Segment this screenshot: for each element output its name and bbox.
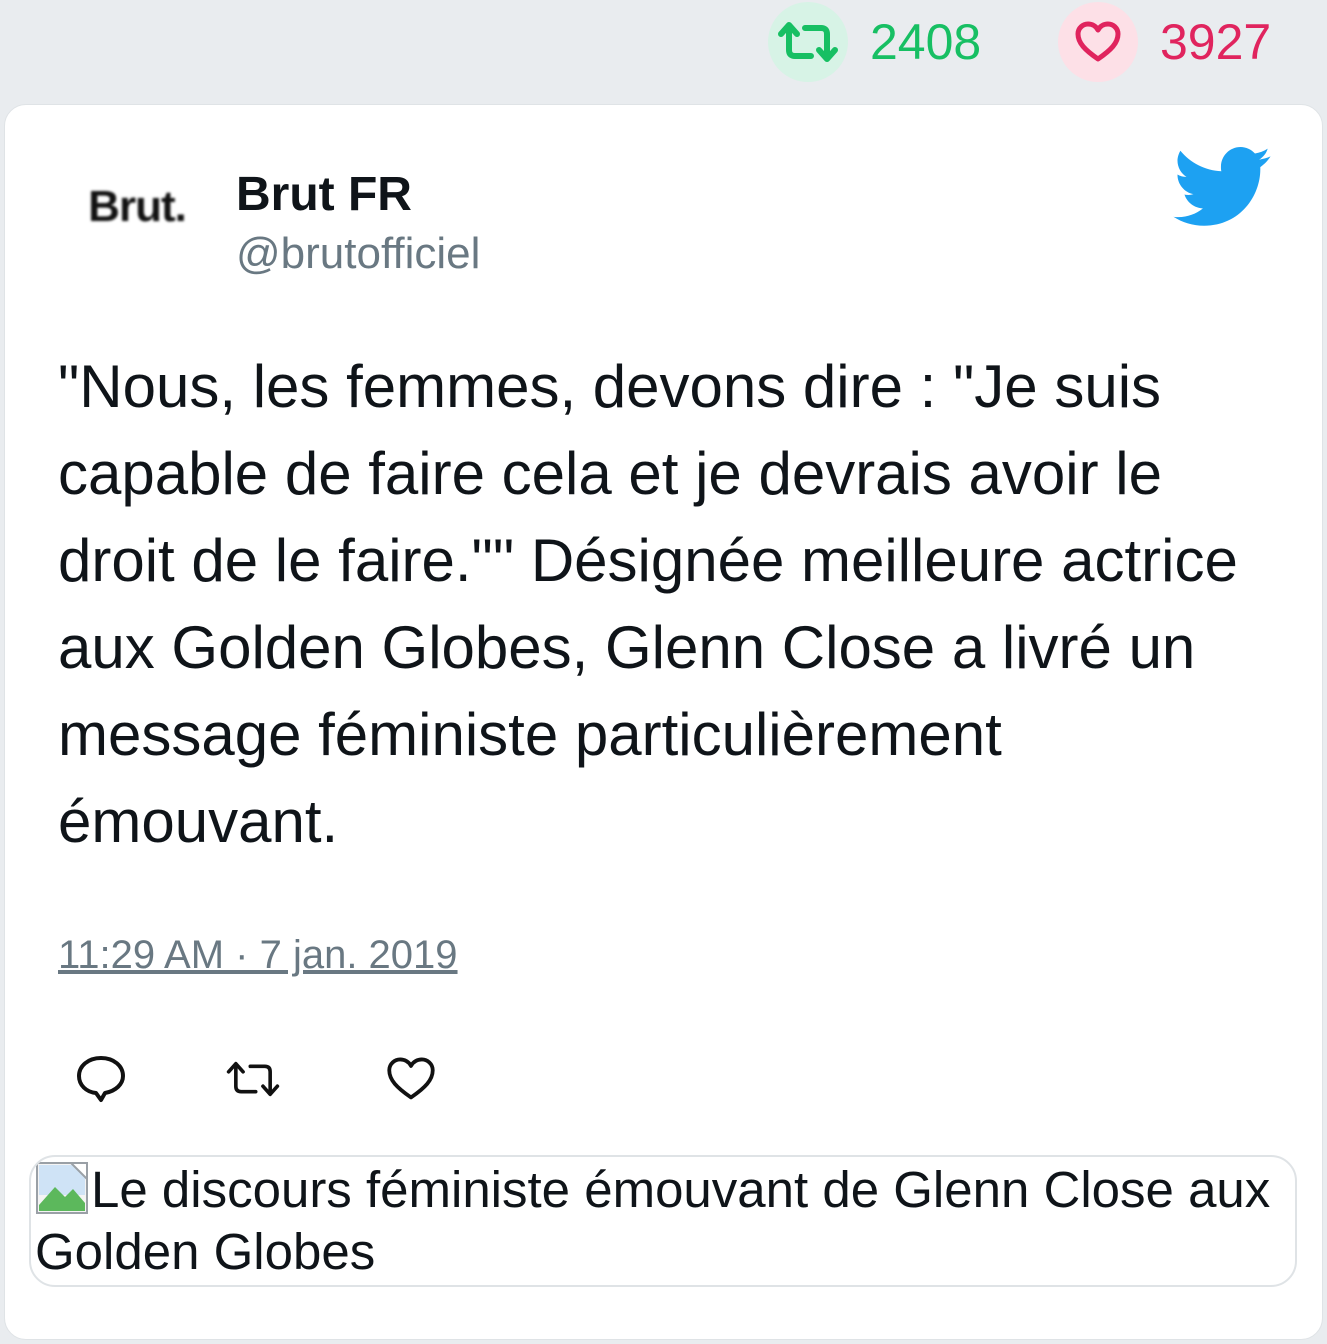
media-alt-text: Le discours féministe émouvant de Glenn …	[35, 1159, 1291, 1283]
avatar-logo-text: Brut.	[88, 182, 187, 231]
like-action-icon[interactable]	[383, 1051, 439, 1107]
twitter-bird-icon[interactable]	[1173, 147, 1273, 229]
broken-image-icon	[35, 1161, 89, 1215]
media-preview[interactable]: Le discours féministe émouvant de Glenn …	[29, 1155, 1297, 1287]
author-display-name[interactable]: Brut FR	[236, 167, 412, 222]
retweet-stat[interactable]: 2408	[768, 2, 981, 82]
tweet-timestamp[interactable]: 11:29 AM · 7 jan. 2019	[58, 933, 458, 978]
avatar[interactable]: Brut.	[67, 157, 207, 257]
retweet-action-icon[interactable]	[225, 1051, 281, 1107]
retweet-count: 2408	[870, 14, 982, 70]
media-alt-label: Le discours féministe émouvant de Glenn …	[35, 1161, 1271, 1280]
retweet-icon[interactable]	[768, 2, 848, 82]
tweet-card: Brut. Brut FR @brutofficiel "Nous, les f…	[4, 104, 1323, 1340]
heart-icon[interactable]	[1058, 2, 1138, 82]
reply-icon[interactable]	[73, 1051, 129, 1107]
like-stat[interactable]: 3927	[1058, 2, 1271, 82]
tweet-text: "Nous, les femmes, devons dire : "Je sui…	[58, 353, 1238, 855]
like-count: 3927	[1160, 14, 1272, 70]
author-handle[interactable]: @brutofficiel	[236, 229, 480, 279]
engagement-stats-bar: 2408 3927	[0, 0, 1327, 100]
